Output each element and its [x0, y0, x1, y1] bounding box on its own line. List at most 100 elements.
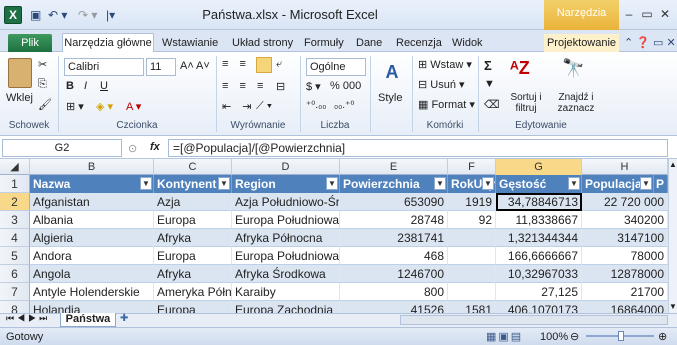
fill-icon[interactable]: ▼ — [484, 78, 495, 90]
function-icons[interactable]: ⊙ — [128, 142, 137, 155]
table-cell[interactable]: Afryka Środkowa — [232, 265, 340, 283]
column-header-h[interactable]: H — [582, 159, 668, 175]
underline-button[interactable]: U — [100, 80, 108, 92]
table-cell[interactable]: Azja — [154, 193, 232, 211]
decrease-decimal-button[interactable]: ₀₀.⁺⁰ — [334, 100, 354, 111]
table-cell[interactable]: 28748 — [340, 211, 448, 229]
zoom-level[interactable]: 100% — [540, 331, 568, 343]
tab-file[interactable]: Plik — [8, 34, 52, 52]
font-name-select[interactable]: Calibri — [64, 58, 144, 76]
delete-cells-button[interactable]: ⊟ Usuń ▾ — [418, 78, 465, 91]
column-header-g[interactable]: G — [496, 159, 582, 175]
tab-home[interactable]: Narzędzia główne — [62, 33, 154, 53]
insert-cells-button[interactable]: ⊞ Wstaw ▾ — [418, 58, 472, 71]
table-cell[interactable]: 11,8338667 — [496, 211, 582, 229]
tab-design[interactable]: Projektowanie — [544, 34, 619, 52]
indent-icons[interactable]: ⇤ ⇥ — [222, 100, 256, 113]
filter-dropdown-icon[interactable]: ▼ — [568, 177, 580, 190]
border-icon[interactable]: ⊞ ▾ — [66, 100, 84, 113]
table-cell[interactable]: Azja Południowo-Śr — [232, 193, 340, 211]
table-header-partial[interactable]: P — [654, 175, 668, 193]
copy-icon[interactable]: ⎘ — [38, 78, 47, 91]
sheet-nav-icons[interactable]: ⏮◀▶⏭ — [6, 313, 50, 324]
orientation-icon[interactable]: ⟋ ▾ — [256, 100, 272, 113]
row-header[interactable]: 2 — [0, 193, 30, 211]
table-cell[interactable]: 468 — [340, 247, 448, 265]
number-format-select[interactable]: Ogólne — [306, 58, 366, 76]
restore-icon[interactable]: ▭ — [638, 6, 656, 22]
increase-decimal-button[interactable]: ⁺⁰.₀₀ — [306, 100, 326, 111]
table-header-region[interactable]: Region ▼ — [232, 175, 340, 193]
formula-input[interactable]: =[@Populacja]/[@Powierzchnia] — [168, 139, 668, 157]
table-cell[interactable]: Ameryka Półn — [154, 283, 232, 301]
autosum-button[interactable]: Σ — [484, 58, 492, 73]
table-cell[interactable]: 1,321344344 — [496, 229, 582, 247]
table-cell[interactable]: 22 720 000 — [582, 193, 668, 211]
table-cell[interactable]: 1246700 — [340, 265, 448, 283]
merge-center-icon[interactable]: ⊟ — [276, 80, 285, 93]
table-header-powierzchnia[interactable]: Powierzchnia ▼ — [340, 175, 448, 193]
find-select-button[interactable]: Znajdź i zaznacz — [552, 92, 600, 114]
scroll-down-icon[interactable]: ▼ — [669, 302, 677, 311]
table-header-kontynent[interactable]: Kontynent ▼ — [154, 175, 232, 193]
column-header-b[interactable]: B — [30, 159, 154, 175]
shrink-font-button[interactable]: A˅ — [196, 60, 210, 72]
find-icon[interactable]: 🔭 — [562, 58, 584, 79]
row-header[interactable]: 5 — [0, 247, 30, 265]
minimize-icon[interactable]: – — [620, 6, 638, 22]
table-cell[interactable]: 10,32967033 — [496, 265, 582, 283]
style-button[interactable]: Style — [378, 92, 402, 104]
table-cell[interactable] — [448, 265, 496, 283]
table-cell[interactable]: 653090 — [340, 193, 448, 211]
sheet-tab-panstwa[interactable]: Państwa — [60, 313, 116, 327]
filter-dropdown-icon[interactable]: ▼ — [218, 177, 230, 190]
new-sheet-icon[interactable]: ✚ — [120, 313, 128, 324]
column-header-f[interactable]: F — [448, 159, 496, 175]
row-header[interactable]: 7 — [0, 283, 30, 301]
tab-insert[interactable]: Wstawianie — [162, 34, 218, 52]
table-cell[interactable] — [448, 283, 496, 301]
table-cell[interactable] — [448, 247, 496, 265]
sort-filter-icon[interactable]: ᴬZ — [510, 58, 530, 79]
table-cell[interactable]: 78000 — [582, 247, 668, 265]
tab-review[interactable]: Recenzja — [396, 34, 442, 52]
grow-font-button[interactable]: A˄ — [180, 60, 194, 72]
table-header-gestosc[interactable]: Gęstość ▼ — [496, 175, 582, 193]
table-cell[interactable]: Afryka — [154, 265, 232, 283]
table-cell[interactable]: Algieria — [30, 229, 154, 247]
table-header-populacja[interactable]: Populacja ▼ — [582, 175, 654, 193]
column-header-d[interactable]: D — [232, 159, 340, 175]
paste-button[interactable]: Wklej — [6, 92, 33, 104]
row-header[interactable]: 3 — [0, 211, 30, 229]
table-cell[interactable]: 340200 — [582, 211, 668, 229]
currency-icon[interactable]: $ ▾ — [306, 80, 321, 93]
table-cell[interactable]: Europa — [154, 211, 232, 229]
select-all-corner[interactable]: ◢ — [0, 159, 30, 175]
styles-icon[interactable]: A — [382, 62, 402, 82]
filter-dropdown-icon[interactable]: ▼ — [140, 177, 152, 190]
table-cell[interactable]: Albania — [30, 211, 154, 229]
tab-view[interactable]: Widok — [452, 34, 483, 52]
filter-dropdown-icon[interactable]: ▼ — [326, 177, 338, 190]
format-painter-icon[interactable]: 🖌 — [38, 98, 52, 111]
clear-icon[interactable]: ⌫ — [484, 98, 500, 111]
font-color-icon[interactable]: A ▾ — [126, 100, 141, 113]
table-cell[interactable] — [448, 229, 496, 247]
scroll-up-icon[interactable]: ▲ — [669, 160, 677, 169]
row-header[interactable]: 6 — [0, 265, 30, 283]
align-bottom-active[interactable] — [256, 57, 272, 73]
fill-color-icon[interactable]: ◈ ▾ — [96, 100, 113, 113]
table-cell[interactable]: 1919 — [448, 193, 496, 211]
italic-button[interactable]: I — [84, 80, 87, 92]
table-cell[interactable]: Afryka Północna — [232, 229, 340, 247]
bold-button[interactable]: B — [66, 80, 74, 92]
table-cell[interactable]: 27,125 — [496, 283, 582, 301]
table-header-rokuzys[interactable]: RokUzys▼ — [448, 175, 496, 193]
table-cell[interactable]: 12878000 — [582, 265, 668, 283]
table-cell[interactable]: Europa — [154, 247, 232, 265]
filter-dropdown-icon[interactable]: ▼ — [482, 177, 494, 190]
table-cell[interactable]: 800 — [340, 283, 448, 301]
table-cell[interactable]: 3147100 — [582, 229, 668, 247]
tab-formulas[interactable]: Formuły — [304, 34, 344, 52]
table-cell[interactable]: Karaiby — [232, 283, 340, 301]
